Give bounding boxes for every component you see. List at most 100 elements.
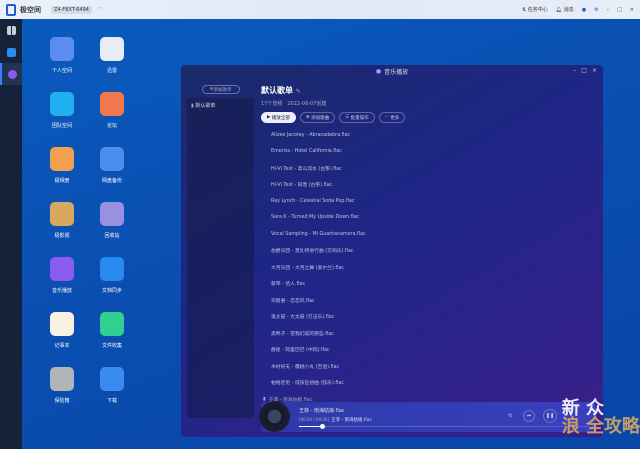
song-row[interactable]: Hi-Vi Test - 高山流水 (古筝).flac [261,160,591,177]
app-6[interactable]: 极影视 [40,202,84,239]
wifi-icon: ◠ [97,6,104,13]
app-11[interactable]: 文件收集 [90,312,134,349]
song-name: Hi-Vi Test - 高山流水 (古筝).flac [271,166,342,172]
song-row[interactable]: 群星 - 阿里巴巴 (中阮).flac [261,342,591,359]
app-8[interactable]: 音乐播放 [40,257,84,294]
app-label: 保险箱 [54,398,70,404]
app-4[interactable]: 极相册 [40,147,84,184]
app-5[interactable]: 网盘备份 [90,147,134,184]
app-icon [100,92,124,116]
song-row[interactable]: Sara K - Turned My Upside Down.flac [261,210,591,227]
playlist-item[interactable]: ▮ 默认歌单 [191,102,250,109]
pause-button[interactable]: ❚❚ [543,409,557,423]
playlist-subtitle: 17个音频 2022-06-07创建 [261,101,327,107]
progress-knob[interactable] [320,424,326,429]
app-10[interactable]: 记事本 [40,312,84,349]
song-row[interactable]: 鬼太鼓 - 大太鼓 (打击乐).flac [261,309,591,326]
app-9[interactable]: 文档同步 [90,257,134,294]
app-icon [100,147,124,171]
song-row[interactable]: 木村好夫 - 樱桃小丸 (吉他).flac [261,358,591,375]
song-name: 帕格尼尼 - 炫技狂想曲 (弦乐).flac [271,381,344,387]
app-icon [50,92,74,116]
app-label: 回收站 [104,233,120,239]
app-icon [50,202,74,226]
app-label: 论坛 [106,123,117,129]
close-button[interactable]: × [630,7,634,13]
maximize-button[interactable]: □ [581,67,587,74]
more-button[interactable]: ··· 更多 [378,112,406,123]
now-playing-title: 王菲 - 南海姑娘.flac [299,408,345,414]
add-playlist-button[interactable]: ⊕ 添加歌单 [201,85,240,94]
add-song-button[interactable]: ⊕ 添加歌曲 [299,112,336,123]
app-7[interactable]: 回收站 [90,202,134,239]
song-row[interactable]: 伯爵乐团 - 莫扎特进行曲 (交响乐).flac [261,243,591,260]
app-label: 文档同步 [101,288,122,294]
music-player-window: ● 音乐播放 – □ × ⊕ 添加歌单 ▮ 默认歌单 默认歌单 ✎ 17个音频 202… [181,65,603,437]
apps-grid-button[interactable] [0,19,22,41]
sidebar-item-music[interactable] [0,63,22,85]
app-2[interactable]: 团队空间 [40,92,84,129]
song-row[interactable]: Emeriss - Hotel California.flac [261,144,591,161]
song-row[interactable]: 帕格尼尼 - 炫技狂想曲 (弦乐).flac [261,375,591,392]
song-row[interactable]: Hi-Vi Test - 知音 (古筝).flac [261,177,591,194]
minimize-button[interactable]: – [607,7,610,13]
batch-operation-button[interactable]: ☰ 批量操作 [339,112,375,123]
app-13[interactable]: 下载 [90,367,134,404]
song-name: Emeriss - Hotel California.flac [271,149,342,155]
maximize-button[interactable]: □ [617,7,622,13]
app-label: 极相册 [54,178,70,184]
app-icon [50,147,74,171]
song-list: Alizee Jacotey - Abracadabra.flac Emeriss… [261,127,591,408]
song-row[interactable]: Ray Lynch - Celestial Soda Pop.flac [261,193,591,210]
app-label: 记事本 [54,343,70,349]
song-name: Ray Lynch - Celestial Soda Pop.flac [271,198,355,204]
messages-button[interactable]: 🔔︎ 消息 [556,6,574,13]
grid-icon [6,25,16,35]
song-row[interactable]: Vocal Sampling - Mi Guantanamera.flac [261,226,591,243]
song-name: 群星 - 阿里巴巴 (中阮).flac [271,348,330,354]
app-label: 迅雷 [106,68,117,74]
equalizer-icon: ▮ [191,103,194,109]
song-name: 鬼太鼓 - 大太鼓 (打击乐).flac [271,315,335,321]
brand-name: 极空间 [20,5,41,14]
song-name: 蔡琴 - 恰人.flac [271,282,306,288]
task-center-button[interactable]: ⇅ 任务中心 [522,6,548,13]
app-label: 网盘备份 [101,178,122,184]
progress-slider[interactable] [299,424,589,429]
app-icon [100,202,124,226]
song-row[interactable]: 黑鸭子 - 望我们说的那些.flac [261,325,591,342]
gear-icon[interactable]: ⚙ [594,7,598,13]
user-icon[interactable]: ● [582,7,586,13]
repeat-button[interactable]: ⟲ [504,410,516,422]
top-bar: 极空间 Z4-F8XT-6494 ◠ ⇅ 任务中心 🔔︎ 消息 ● ⚙ – □ … [0,0,640,19]
device-selector[interactable]: Z4-F8XT-6494 [51,5,92,14]
app-icon [50,367,74,391]
song-row[interactable]: 蔡琴 - 恰人.flac [261,276,591,293]
app-1[interactable]: 迅雷 [90,37,134,74]
app-label: 极影视 [54,233,70,239]
app-12[interactable]: 保险箱 [40,367,84,404]
logo-icon [6,3,16,16]
close-button[interactable]: × [592,67,597,74]
previous-button[interactable]: ⏮ [523,410,535,422]
app-icon [6,47,16,57]
app-icon [100,312,124,336]
playlist-panel: ▮ 默认歌单 [187,98,254,418]
app-3[interactable]: 论坛 [90,92,134,129]
edit-icon[interactable]: ✎ [296,88,301,95]
song-row[interactable]: 邓丽君 - 恋恋风.flac [261,292,591,309]
album-disc [259,401,290,432]
song-row[interactable]: Alizee Jacotey - Abracadabra.flac [261,127,591,144]
app-0[interactable]: 个人空间 [40,37,84,74]
sidebar-item-app[interactable] [0,41,22,63]
play-all-button[interactable]: ▶ 播放全部 [261,112,296,123]
app-icon [50,257,74,281]
song-name: 大河乐团 - 大河之舞 (爱尔兰).flac [271,265,344,271]
song-name: 木村好夫 - 樱桃小丸 (吉他).flac [271,364,340,370]
window-title-bar: ● 音乐播放 [181,65,603,77]
song-row[interactable]: 大河乐团 - 大河之舞 (爱尔兰).flac [261,259,591,276]
app-icon [100,257,124,281]
song-name: Vocal Sampling - Mi Guantanamera.flac [271,231,366,237]
minimize-button[interactable]: – [573,67,576,74]
window-title: 音乐播放 [384,68,409,76]
